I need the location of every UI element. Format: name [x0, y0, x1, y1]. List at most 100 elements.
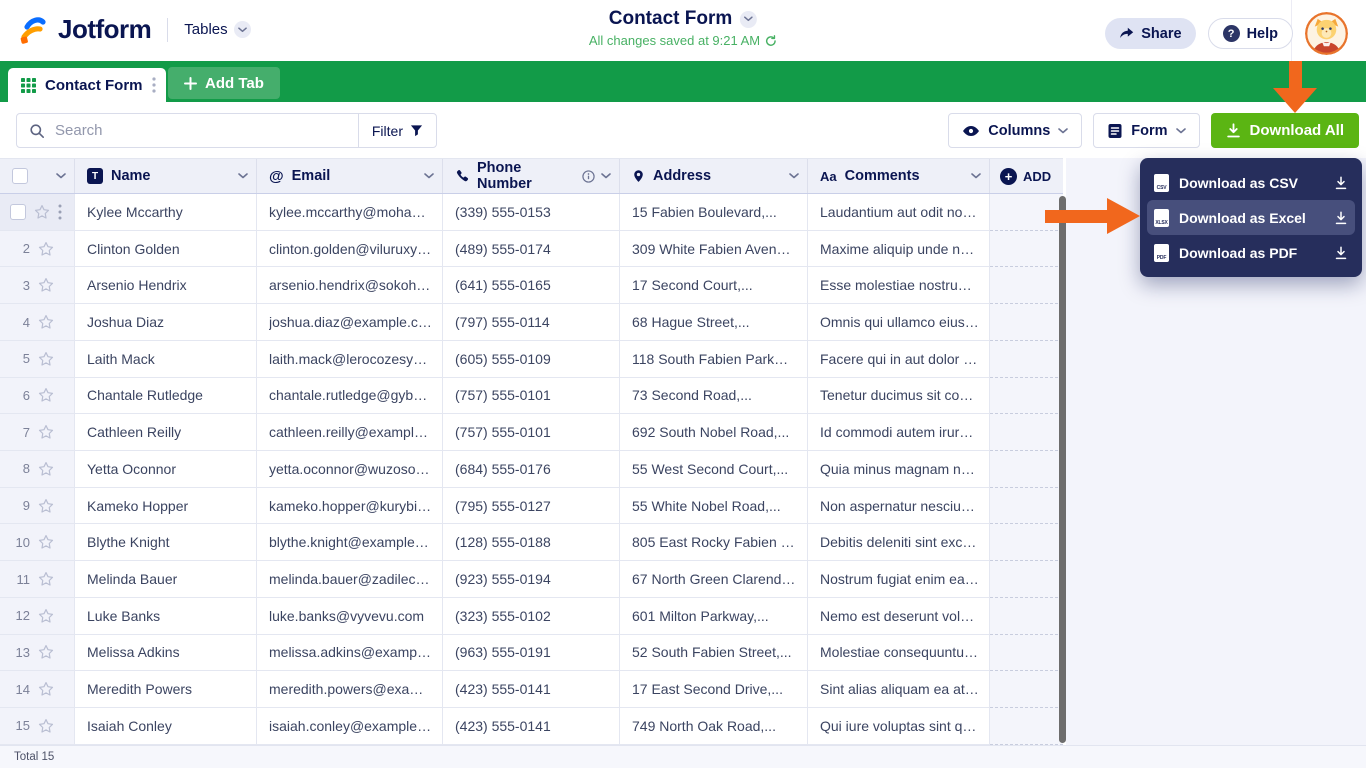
cell-address[interactable]: 55 West Second Court,...: [620, 451, 808, 488]
cell-email[interactable]: joshua.diaz@example.com: [257, 304, 443, 341]
column-header-comments[interactable]: Aa Comments: [808, 159, 990, 193]
row-head[interactable]: 12: [0, 598, 75, 635]
cell-comments[interactable]: Maxime aliquip unde nulla...: [808, 231, 990, 268]
cell-address[interactable]: 73 Second Road,...: [620, 378, 808, 415]
star-icon[interactable]: [34, 204, 50, 220]
chevron-down-icon[interactable]: [424, 173, 434, 179]
cell-phone[interactable]: (923) 555-0194: [443, 561, 620, 598]
cell-phone[interactable]: (605) 555-0109: [443, 341, 620, 378]
cell-address[interactable]: 55 White Nobel Road,...: [620, 488, 808, 525]
cell-comments[interactable]: Omnis qui ullamco eius su...: [808, 304, 990, 341]
add-column-button[interactable]: + ADD: [990, 159, 1063, 193]
cell-comments[interactable]: Sint alias aliquam ea at oc...: [808, 671, 990, 708]
cell-comments[interactable]: Debitis deleniti sint except...: [808, 524, 990, 561]
cell-phone[interactable]: (963) 555-0191: [443, 635, 620, 672]
cell-phone[interactable]: (339) 555-0153: [443, 194, 620, 231]
cell-phone[interactable]: (641) 555-0165: [443, 267, 620, 304]
cell-name[interactable]: Arsenio Hendrix: [75, 267, 257, 304]
cell-email[interactable]: blythe.knight@example.com: [257, 524, 443, 561]
cell-name[interactable]: Blythe Knight: [75, 524, 257, 561]
cell-phone[interactable]: (757) 555-0101: [443, 378, 620, 415]
star-icon[interactable]: [38, 571, 54, 587]
star-icon[interactable]: [38, 608, 54, 624]
cell-comments[interactable]: Molestiae consequuntur e...: [808, 635, 990, 672]
cell-phone[interactable]: (795) 555-0127: [443, 488, 620, 525]
row-head[interactable]: 5: [0, 341, 75, 378]
cell-name[interactable]: Cathleen Reilly: [75, 414, 257, 451]
star-icon[interactable]: [38, 351, 54, 367]
cell-comments[interactable]: Tenetur ducimus sit conse...: [808, 378, 990, 415]
cell-address[interactable]: 15 Fabien Boulevard,...: [620, 194, 808, 231]
cell-email[interactable]: chantale.rutledge@gybu.c...: [257, 378, 443, 415]
cell-address[interactable]: 68 Hague Street,...: [620, 304, 808, 341]
refresh-icon[interactable]: [765, 35, 777, 47]
share-button[interactable]: Share: [1105, 18, 1195, 49]
row-head[interactable]: 11: [0, 561, 75, 598]
cell-address[interactable]: 52 South Fabien Street,...: [620, 635, 808, 672]
cell-comments[interactable]: Nostrum fugiat enim eaqu...: [808, 561, 990, 598]
column-header-address[interactable]: Address: [620, 159, 808, 193]
search-input[interactable]: [45, 122, 358, 139]
help-button[interactable]: ? Help: [1208, 18, 1293, 49]
row-head[interactable]: 4: [0, 304, 75, 341]
filter-button[interactable]: Filter: [358, 114, 436, 147]
cell-name[interactable]: Isaiah Conley: [75, 708, 257, 745]
chevron-down-icon[interactable]: [601, 173, 611, 179]
column-header-phone[interactable]: Phone Number: [443, 159, 620, 193]
cell-email[interactable]: cathleen.reilly@example.c...: [257, 414, 443, 451]
row-head[interactable]: 7: [0, 414, 75, 451]
cell-email[interactable]: luke.banks@vyvevu.com: [257, 598, 443, 635]
star-icon[interactable]: [38, 241, 54, 257]
cell-comments[interactable]: Id commodi autem irure ra...: [808, 414, 990, 451]
cell-comments[interactable]: Qui iure voluptas sint qui h...: [808, 708, 990, 745]
select-all-checkbox[interactable]: [12, 168, 28, 184]
tab-menu-icon[interactable]: [152, 77, 156, 93]
cell-email[interactable]: melinda.bauer@zadilecihe...: [257, 561, 443, 598]
cell-name[interactable]: Kylee Mccarthy: [75, 194, 257, 231]
cell-address[interactable]: 805 East Rocky Fabien Lane,...: [620, 524, 808, 561]
cell-name[interactable]: Luke Banks: [75, 598, 257, 635]
cell-address[interactable]: 17 East Second Drive,...: [620, 671, 808, 708]
cell-email[interactable]: yetta.oconnor@wuzosove...: [257, 451, 443, 488]
row-head[interactable]: 8: [0, 451, 75, 488]
cell-phone[interactable]: (423) 555-0141: [443, 708, 620, 745]
cell-name[interactable]: Kameko Hopper: [75, 488, 257, 525]
tab-contact-form[interactable]: Contact Form: [8, 68, 166, 102]
cell-email[interactable]: meredith.powers@exampl...: [257, 671, 443, 708]
column-header-name[interactable]: T Name: [75, 159, 257, 193]
star-icon[interactable]: [38, 718, 54, 734]
star-icon[interactable]: [38, 534, 54, 550]
cell-name[interactable]: Yetta Oconnor: [75, 451, 257, 488]
cell-email[interactable]: laith.mack@lerocozesyza...: [257, 341, 443, 378]
cell-phone[interactable]: (128) 555-0188: [443, 524, 620, 561]
cell-comments[interactable]: Laudantium aut odit non la...: [808, 194, 990, 231]
row-head[interactable]: 10: [0, 524, 75, 561]
cell-comments[interactable]: Non aspernatur nesciunt q...: [808, 488, 990, 525]
row-head[interactable]: 2: [0, 231, 75, 268]
cell-name[interactable]: Clinton Golden: [75, 231, 257, 268]
cell-comments[interactable]: Facere qui in aut dolor ani...: [808, 341, 990, 378]
chevron-down-icon[interactable]: [789, 173, 799, 179]
cell-phone[interactable]: (489) 555-0174: [443, 231, 620, 268]
row-head[interactable]: 14: [0, 671, 75, 708]
jotform-logo-icon[interactable]: [18, 15, 48, 45]
cell-comments[interactable]: Esse molestiae nostrud qu...: [808, 267, 990, 304]
avatar[interactable]: [1305, 12, 1348, 55]
star-icon[interactable]: [38, 681, 54, 697]
row-checkbox[interactable]: [10, 204, 26, 220]
cell-address[interactable]: 17 Second Court,...: [620, 267, 808, 304]
cell-email[interactable]: isaiah.conley@example.com: [257, 708, 443, 745]
title-chevron-icon[interactable]: [740, 11, 757, 28]
cell-name[interactable]: Laith Mack: [75, 341, 257, 378]
star-icon[interactable]: [38, 277, 54, 293]
menu-item-download-csv[interactable]: CSV Download as CSV: [1140, 165, 1362, 200]
row-head[interactable]: 6: [0, 378, 75, 415]
cell-phone[interactable]: (797) 555-0114: [443, 304, 620, 341]
cell-email[interactable]: kameko.hopper@kurybiqu...: [257, 488, 443, 525]
cell-name[interactable]: Meredith Powers: [75, 671, 257, 708]
cell-email[interactable]: arsenio.hendrix@sokohyzy...: [257, 267, 443, 304]
cell-phone[interactable]: (423) 555-0141: [443, 671, 620, 708]
star-icon[interactable]: [38, 461, 54, 477]
row-head[interactable]: 9: [0, 488, 75, 525]
cell-address[interactable]: 749 North Oak Road,...: [620, 708, 808, 745]
